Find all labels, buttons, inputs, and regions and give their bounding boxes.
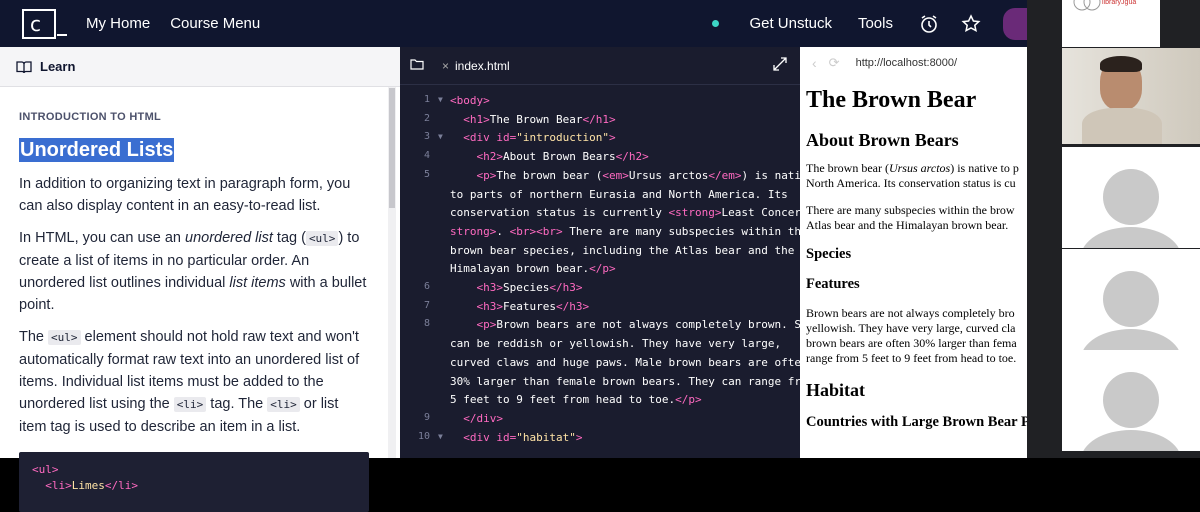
code-line[interactable]: conservation status is currently <strong… [450,206,821,219]
subspecies-paragraph: There are many subspecies within the bro… [806,203,1015,232]
code-line[interactable]: <div id="introduction"> [450,131,790,144]
lesson-paragraph-2: In HTML, you can use an unordered list t… [19,230,367,313]
star-icon[interactable] [961,13,981,34]
participant-placeholder-1[interactable] [1062,147,1200,248]
learn-scrollbar[interactable] [388,87,396,458]
learn-label: Learn [40,59,76,74]
code-line[interactable]: can be reddish or yellowish. They have v… [450,337,790,350]
svg-text:libraryJgua: libraryJgua [1102,0,1136,6]
learn-panel: Learn INTRODUCTION TO HTML Unordered Lis… [0,47,400,512]
lesson-section-label: INTRODUCTION TO HTML [19,111,162,123]
line-number: 6 [423,281,430,292]
line-number: 2 [423,112,430,124]
tools-link[interactable]: Tools [858,15,893,32]
about-heading: About Brown Bears [806,130,959,150]
line-number: 5 [423,168,430,180]
species-heading: Species [806,246,852,262]
code-line[interactable]: <p>The brown bear (<em>Ursus arctos</em>… [450,169,815,182]
lesson-title: Unordered Lists [19,138,175,162]
avatar[interactable] [1003,7,1027,40]
habitat-heading: Habitat [806,380,866,400]
library-logo-icon: libraryJgua [1073,0,1136,11]
top-navigation: c My Home Course Menu Get Unstuck Tools [0,0,1027,47]
refresh-icon[interactable]: ⟳ [829,55,840,71]
book-icon [16,60,32,73]
browser-address-bar: ‹ ⟳ http://localhost:8000/ [800,47,1027,79]
participant-video[interactable] [1062,48,1200,144]
countries-heading: Countries with Large Brown Bear P [806,414,1027,430]
fold-arrow-icon[interactable]: ▼ [438,95,443,104]
code-line[interactable]: <h1>The Brown Bear</h1> [450,113,790,126]
code-line[interactable]: <div id="habitat"> [450,431,790,444]
close-icon[interactable]: × [442,59,449,73]
fold-arrow-icon[interactable]: ▼ [438,432,443,441]
my-home-link[interactable]: My Home [86,15,150,32]
code-line[interactable]: to parts of northern Eurasia and North A… [450,188,790,201]
code-line[interactable]: </div> [450,412,790,425]
line-number: 4 [423,150,430,162]
learn-header: Learn [0,47,400,87]
code-line[interactable]: 30% larger than female brown bears. They… [450,375,814,388]
shared-screen-tile[interactable]: libraryJgua [1062,0,1160,47]
rendered-page: The Brown Bear About Brown Bears The bro… [800,87,1027,431]
code-line[interactable]: <h2>About Brown Bears</h2> [450,150,790,163]
code-line[interactable]: <h3>Species</h3> [450,281,790,294]
course-menu-link[interactable]: Course Menu [170,15,260,32]
code-line[interactable]: <p>Brown bears are not always completely… [450,318,821,331]
codecademy-logo[interactable]: c [22,8,67,39]
video-call-panel: libraryJgua [1027,0,1200,458]
tab-index-html[interactable]: × index.html [442,59,510,73]
features-heading: Features [806,276,860,292]
code-line[interactable]: brown bear species, including the Atlas … [450,244,794,257]
code-line[interactable]: <body> [450,94,790,107]
code-line[interactable]: 5 feet to 9 feet from head to toe.</p> [450,393,790,406]
line-number: 10 [417,430,430,442]
lesson-paragraph-3: The <ul> element should not hold raw tex… [19,329,360,435]
lesson-code-example: <ul> <li>Limes</li> [19,452,369,512]
line-number: 7 [423,299,430,311]
line-number: 3 [423,131,430,143]
line-number: 8 [423,318,430,330]
url-field[interactable]: http://localhost:8000/ [856,57,958,69]
participant-placeholder-3[interactable] [1062,350,1200,451]
code-line[interactable]: strong>. <br><br> There are many subspec… [450,225,808,238]
page-heading: The Brown Bear [806,87,977,113]
browser-preview: ‹ ⟳ http://localhost:8000/ The Brown Bea… [800,47,1027,458]
lesson-paragraph-1: In addition to organizing text in paragr… [19,176,351,214]
alarm-clock-icon[interactable] [919,14,939,34]
line-number: 9 [423,411,430,423]
code-line[interactable]: curved claws and huge paws. Male brown b… [450,356,808,369]
intro-paragraph: The brown bear (Ursus arctos) is native … [806,161,1019,190]
features-paragraph: Brown bears are not always completely br… [806,306,1017,365]
folder-icon[interactable] [410,58,424,73]
code-line[interactable]: Himalayan brown bear.</p> [450,262,790,275]
code-editor[interactable]: × index.html 1 ▼ <body> 2 <h1>The Brown Bea… [400,47,821,458]
fold-arrow-icon[interactable]: ▼ [438,132,443,141]
code-line[interactable]: <h3>Features</h3> [450,300,790,313]
expand-icon[interactable] [772,56,788,75]
line-number: 1 [423,94,430,105]
status-dot [712,20,720,27]
back-arrow-icon[interactable]: ‹ [812,55,817,71]
get-unstuck-link[interactable]: Get Unstuck [749,15,832,32]
participant-placeholder-2[interactable] [1062,249,1200,350]
